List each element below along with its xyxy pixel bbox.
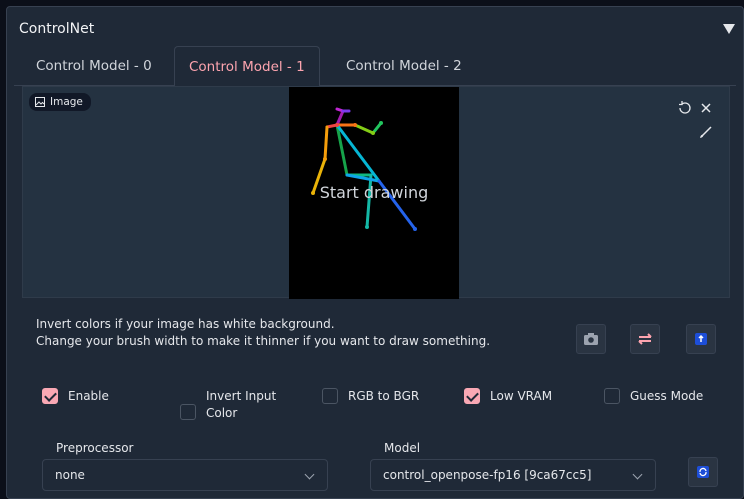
guess-mode-option: Guess Mode xyxy=(604,388,703,404)
enable-option: Enable xyxy=(42,388,109,404)
invert-input-color-label: Invert Input Color xyxy=(206,388,276,422)
panel-title: ControlNet xyxy=(19,21,95,37)
guess-mode-checkbox[interactable] xyxy=(604,388,620,404)
tab-bar: Control Model - 0 Control Model - 1 Cont… xyxy=(14,46,736,87)
chevron-down-icon xyxy=(304,469,315,480)
preprocessor-value: none xyxy=(55,468,85,482)
controlnet-header[interactable]: ControlNet xyxy=(7,7,743,51)
tab-control-model-0[interactable]: Control Model - 0 xyxy=(22,46,166,86)
image-input-area: Image Start drawing xyxy=(22,86,730,299)
close-icon[interactable] xyxy=(697,99,715,117)
brush-icon[interactable] xyxy=(697,123,715,141)
collapse-triangle-icon[interactable] xyxy=(723,24,735,34)
invert-input-color-label-line1: Invert Input xyxy=(206,389,277,403)
refresh-models-button[interactable] xyxy=(688,457,718,487)
help-line-invert: Invert colors if your image has white ba… xyxy=(36,317,335,331)
chevron-down-icon xyxy=(632,469,643,480)
model-value: control_openpose-fp16 [9ca67cc5] xyxy=(383,468,592,482)
rgb-to-bgr-label: RGB to BGR xyxy=(348,389,420,403)
rgb-to-bgr-option: RGB to BGR xyxy=(322,388,419,404)
refresh-icon xyxy=(697,466,709,478)
pose-skeleton xyxy=(311,107,417,231)
invert-input-color-checkbox[interactable] xyxy=(180,404,196,420)
invert-input-color-label-line2: Color xyxy=(206,406,238,420)
camera-button[interactable] xyxy=(576,324,606,354)
swap-button[interactable] xyxy=(630,324,660,354)
preprocessor-dropdown[interactable]: none xyxy=(42,459,328,491)
arrow-up-icon xyxy=(695,333,707,345)
invert-input-color-option: Invert Input Color xyxy=(180,388,276,422)
model-dropdown[interactable]: control_openpose-fp16 [9ca67cc5] xyxy=(370,459,656,491)
model-label: Model xyxy=(384,441,421,455)
rgb-to-bgr-checkbox[interactable] xyxy=(322,388,338,404)
guess-mode-label: Guess Mode xyxy=(630,389,704,403)
undo-icon[interactable] xyxy=(675,99,693,117)
help-text: Invert colors if your image has white ba… xyxy=(36,316,490,350)
tab-control-model-2[interactable]: Control Model - 2 xyxy=(332,46,476,86)
low-vram-label: Low VRAM xyxy=(490,389,553,403)
camera-icon xyxy=(584,333,598,345)
swap-arrows-icon xyxy=(638,333,652,345)
drawing-canvas[interactable]: Start drawing xyxy=(289,87,459,299)
image-label-badge: Image xyxy=(29,93,91,111)
image-label-text: Image xyxy=(50,96,83,108)
low-vram-checkbox[interactable] xyxy=(464,388,480,404)
enable-checkbox[interactable] xyxy=(42,388,58,404)
send-dimensions-button[interactable] xyxy=(686,324,716,354)
tab-control-model-1[interactable]: Control Model - 1 xyxy=(174,46,320,87)
low-vram-option: Low VRAM xyxy=(464,388,552,404)
enable-label: Enable xyxy=(68,389,109,403)
preprocessor-label: Preprocessor xyxy=(56,441,134,455)
image-icon xyxy=(35,97,45,107)
help-line-brush: Change your brush width to make it thinn… xyxy=(36,334,491,348)
